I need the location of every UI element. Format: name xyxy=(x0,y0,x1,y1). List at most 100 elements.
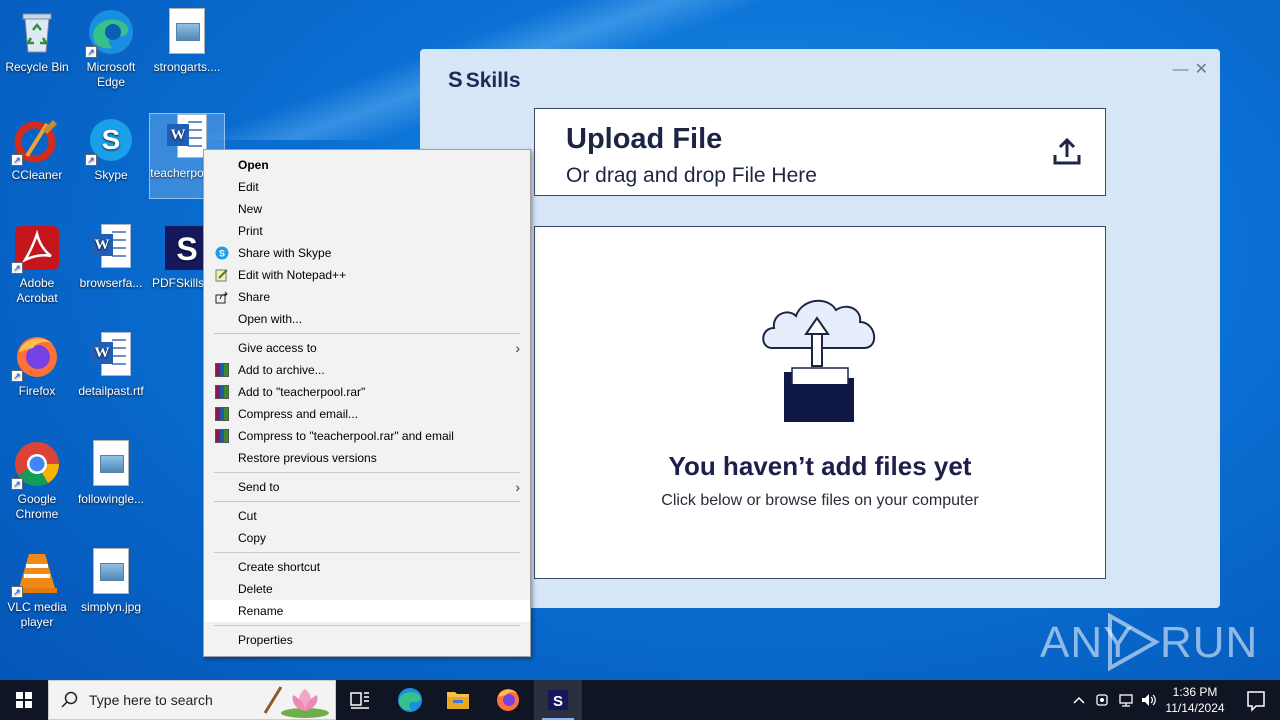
menu-separator xyxy=(214,333,520,334)
winrar-icon xyxy=(215,407,229,421)
desktop-icon-google-chrome[interactable]: ↗ Google Chrome xyxy=(0,440,74,522)
skills-logo: S Skills xyxy=(448,67,521,93)
menu-item-cut[interactable]: Cut xyxy=(204,505,530,527)
menu-item-open-with[interactable]: Open with... xyxy=(204,308,530,330)
windows-logo-icon xyxy=(16,692,32,708)
menu-separator xyxy=(214,552,520,553)
upload-title: Upload File xyxy=(566,123,723,155)
menu-item-give-access-to[interactable]: Give access to › xyxy=(204,337,530,359)
desktop-icon-followingle[interactable]: followingle... xyxy=(74,440,148,507)
anyrun-watermark: ANY RUN xyxy=(1040,612,1257,672)
desktop-icon-adobe-acrobat[interactable]: ↗ Adobe Acrobat xyxy=(0,224,74,306)
menu-item-copy[interactable]: Copy xyxy=(204,527,530,549)
network-icon[interactable] xyxy=(1118,692,1134,708)
drop-zone[interactable]: You haven’t add files yet Click below or… xyxy=(534,226,1106,579)
system-tray xyxy=(1066,680,1160,720)
menu-item-add-to-rar[interactable]: Add to "teacherpool.rar" xyxy=(204,381,530,403)
clock-date: 11/14/2024 xyxy=(1165,701,1225,715)
menu-item-label: Cut xyxy=(238,509,257,523)
desktop-icon-label: Microsoft Edge xyxy=(86,60,136,89)
firefox-icon: ↗ xyxy=(11,332,61,382)
taskbar-firefox[interactable] xyxy=(484,680,532,720)
desktop-icon-label: strongarts.... xyxy=(153,60,221,74)
menu-item-print[interactable]: Print xyxy=(204,220,530,242)
volume-icon[interactable] xyxy=(1140,692,1158,708)
menu-item-compress-and-email[interactable]: Compress and email... xyxy=(204,403,530,425)
desktop-icon-ccleaner[interactable]: ↗ CCleaner xyxy=(0,116,74,183)
notepad-plus-plus-icon xyxy=(215,269,228,282)
menu-item-label: Rename xyxy=(238,604,284,618)
menu-separator xyxy=(214,625,520,626)
svg-text:S: S xyxy=(102,124,121,155)
menu-item-compress-to-rar-and-email[interactable]: Compress to "teacherpool.rar" and email xyxy=(204,425,530,447)
desktop-icon-label: CCleaner xyxy=(11,168,63,182)
menu-item-label: Compress to "teacherpool.rar" and email xyxy=(238,429,454,443)
menu-item-label: Add to archive... xyxy=(238,363,325,377)
acrobat-icon: ↗ xyxy=(11,224,61,274)
desktop-icon-simplyn[interactable]: simplyn.jpg xyxy=(74,548,148,615)
taskbar-clock[interactable]: 1:36 PM 11/14/2024 xyxy=(1160,684,1230,716)
desktop-icon-label: Adobe Acrobat xyxy=(16,276,58,305)
winrar-icon xyxy=(215,429,229,443)
menu-item-label: Edit with Notepad++ xyxy=(238,268,347,282)
upload-icon xyxy=(1053,137,1081,165)
menu-item-label: Compress and email... xyxy=(238,407,359,421)
menu-item-label: Print xyxy=(238,224,263,238)
start-button[interactable] xyxy=(0,680,48,720)
menu-item-edit-with-notepad[interactable]: Edit with Notepad++ xyxy=(204,264,530,286)
notification-center-button[interactable] xyxy=(1232,680,1280,720)
taskbar-skills-app[interactable]: S xyxy=(534,680,582,720)
taskbar-file-explorer[interactable] xyxy=(434,680,482,720)
menu-item-share[interactable]: Share xyxy=(204,286,530,308)
menu-item-edit[interactable]: Edit xyxy=(204,176,530,198)
minimize-button[interactable]: — xyxy=(1173,61,1189,78)
desktop-icon-skype[interactable]: S ↗ Skype xyxy=(74,116,148,183)
menu-item-label: Delete xyxy=(238,582,273,596)
clock-time: 1:36 PM xyxy=(1172,685,1218,699)
menu-item-add-to-archive[interactable]: Add to archive... xyxy=(204,359,530,381)
menu-item-share-with-skype[interactable]: S Share with Skype xyxy=(204,242,530,264)
desktop-icon-strongarts[interactable]: strongarts.... xyxy=(150,8,224,75)
pdfskills-icon: S xyxy=(548,690,568,710)
taskbar-edge[interactable] xyxy=(386,680,434,720)
desktop-icon-vlc[interactable]: ↗ VLC media player xyxy=(0,548,74,630)
recycle-bin-icon xyxy=(13,8,61,56)
firefox-icon xyxy=(497,689,519,711)
desktop-icon-browserfa[interactable]: W browserfa... xyxy=(74,224,148,291)
close-button[interactable]: ✕ xyxy=(1195,61,1208,78)
desktop-icon-label: Skype xyxy=(94,168,128,182)
task-view-button[interactable] xyxy=(336,680,384,720)
desktop-icon-detailpast[interactable]: W detailpast.rtf xyxy=(74,332,148,399)
share-icon xyxy=(215,291,228,304)
taskbar-search-box[interactable]: Type here to search xyxy=(48,680,336,720)
task-view-icon xyxy=(350,692,369,709)
menu-item-properties[interactable]: Properties xyxy=(204,629,530,651)
menu-item-restore-previous-versions[interactable]: Restore previous versions xyxy=(204,447,530,469)
winrar-icon xyxy=(215,363,229,377)
empty-state-title: You haven’t add files yet xyxy=(668,451,972,481)
image-file-icon xyxy=(87,440,135,488)
word-document-icon: W xyxy=(87,332,135,380)
menu-item-open[interactable]: Open xyxy=(204,154,530,176)
desktop-icon-recycle-bin[interactable]: Recycle Bin xyxy=(0,8,74,75)
menu-item-label: Open with... xyxy=(238,312,303,326)
desktop-icon-label: detailpast.rtf xyxy=(78,384,144,398)
usb-device-icon[interactable] xyxy=(1094,692,1110,708)
upload-file-button[interactable]: Upload File Or drag and drop File Here xyxy=(534,108,1106,196)
search-icon xyxy=(61,691,78,708)
menu-item-send-to[interactable]: Send to › xyxy=(204,476,530,498)
desktop-icon-label: simplyn.jpg xyxy=(80,600,142,614)
desktop-icon-microsoft-edge[interactable]: ↗ Microsoft Edge xyxy=(74,8,148,90)
menu-item-label: Send to xyxy=(238,480,280,494)
desktop-icon-firefox[interactable]: ↗ Firefox xyxy=(0,332,74,399)
menu-item-create-shortcut[interactable]: Create shortcut xyxy=(204,556,530,578)
menu-item-label: Restore previous versions xyxy=(238,451,377,465)
desktop-icon-label: browserfa... xyxy=(79,276,143,290)
chevron-up-icon[interactable] xyxy=(1072,693,1086,707)
menu-item-rename[interactable]: Rename xyxy=(204,600,530,622)
menu-item-new[interactable]: New xyxy=(204,198,530,220)
edge-icon xyxy=(398,688,422,712)
menu-item-label: New xyxy=(238,202,263,216)
menu-item-delete[interactable]: Delete xyxy=(204,578,530,600)
menu-item-label: Open xyxy=(238,158,269,172)
